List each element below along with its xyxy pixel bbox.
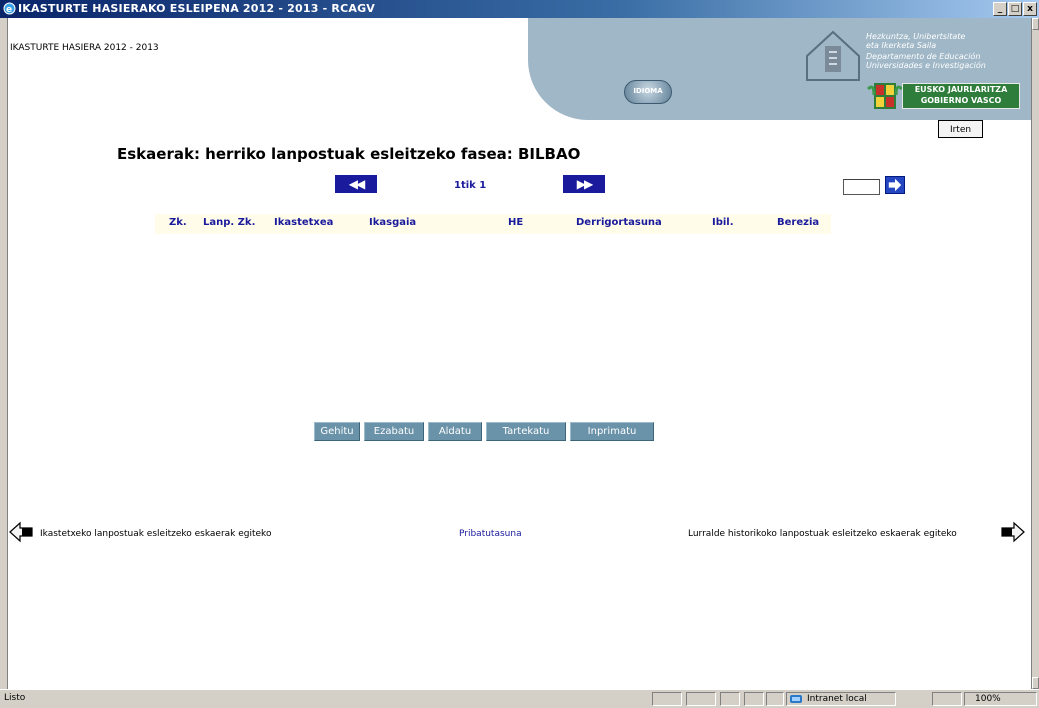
year-header: IKASTURTE HASIERA 2012 - 2013 bbox=[10, 43, 159, 53]
scrollbar-vertical[interactable] bbox=[1031, 18, 1039, 689]
arrow-right-icon[interactable] bbox=[1000, 521, 1026, 543]
scroll-down-arrow[interactable] bbox=[1032, 677, 1039, 689]
go-arrow-icon[interactable] bbox=[885, 176, 905, 194]
gov-name-spanish: GOBIERNO VASCO bbox=[920, 96, 1002, 105]
dept-line-1: Hezkuntza, Unibertsitate bbox=[866, 32, 966, 41]
dept-line-2: eta Ikerketa Saila bbox=[866, 41, 937, 50]
coat-of-arms-icon bbox=[866, 83, 904, 109]
privacy-link[interactable]: Pribatutasuna bbox=[459, 529, 522, 539]
delete-button[interactable]: Ezabatu bbox=[364, 422, 424, 441]
status-pane bbox=[686, 692, 716, 706]
table-header-row: Zk. Lanp. Zk. Ikastetxea Ikasgaia HE Der… bbox=[155, 214, 831, 234]
page-content: IKASTURTE HASIERA 2012 - 2013 Hezkuntza,… bbox=[8, 18, 1031, 689]
status-pane bbox=[766, 692, 784, 706]
window-titlebar: e IKASTURTE HASIERAKO ESLEIPENA 2012 - 2… bbox=[0, 0, 1039, 18]
col-berezia: Berezia bbox=[777, 217, 820, 228]
house-emblem-icon bbox=[806, 30, 860, 81]
next-page-button[interactable]: ▶▶ bbox=[563, 175, 605, 193]
security-zone: Intranet local bbox=[786, 692, 896, 706]
territory-requests-label: Lurralde historikoko lanpostuak esleitze… bbox=[688, 529, 957, 539]
window-frame-left bbox=[0, 18, 8, 689]
status-pane bbox=[744, 692, 764, 706]
page-number-input[interactable] bbox=[843, 179, 880, 195]
col-lanp-zk: Lanp. Zk. bbox=[203, 217, 256, 228]
arrow-left-icon[interactable] bbox=[8, 521, 34, 543]
col-derrigortasuna: Derrigortasuna bbox=[576, 217, 662, 228]
col-ikasgaia: Ikasgaia bbox=[369, 217, 417, 228]
add-button[interactable]: Gehitu bbox=[314, 422, 360, 441]
insert-button[interactable]: Tartekatu bbox=[486, 422, 566, 441]
window-title: IKASTURTE HASIERAKO ESLEIPENA 2012 - 201… bbox=[18, 2, 376, 15]
edit-button[interactable]: Aldatu bbox=[428, 422, 482, 441]
ie-icon: e bbox=[3, 2, 16, 15]
idioma-label: IDIOMA bbox=[633, 87, 663, 95]
col-he: HE bbox=[508, 217, 524, 228]
status-pane bbox=[652, 692, 682, 706]
zoom-control[interactable]: 100% bbox=[964, 692, 1037, 706]
print-button[interactable]: Inprimatu bbox=[570, 422, 654, 441]
department-name: Hezkuntza, Unibertsitate eta Ikerketa Sa… bbox=[866, 32, 1026, 70]
exit-button[interactable]: Irten bbox=[938, 120, 983, 138]
protected-mode-toggle[interactable] bbox=[932, 692, 962, 706]
school-requests-label: Ikastetxeko lanpostuak esleitzeko eskaer… bbox=[40, 529, 272, 539]
dept-line-4: Universidades e Investigación bbox=[866, 61, 986, 70]
minimize-button[interactable]: _ bbox=[993, 2, 1007, 16]
page-indicator: 1tik 1 bbox=[454, 180, 487, 191]
dept-line-3: Departamento de Educación bbox=[866, 52, 981, 61]
col-zk: Zk. bbox=[169, 217, 187, 228]
maximize-button[interactable]: □ bbox=[1008, 2, 1022, 16]
scroll-up-arrow[interactable] bbox=[1032, 18, 1039, 30]
gov-name-basque: EUSKO JAURLARITZA bbox=[914, 85, 1008, 94]
prev-page-button[interactable]: ◀◀ bbox=[335, 175, 377, 193]
intranet-icon bbox=[790, 695, 802, 703]
close-button[interactable]: x bbox=[1023, 2, 1037, 16]
zoom-value: 100% bbox=[975, 694, 1001, 704]
col-ikastetxea: Ikastetxea bbox=[274, 217, 334, 228]
government-logo: EUSKO JAURLARITZA GOBIERNO VASCO bbox=[866, 81, 1022, 111]
zone-label: Intranet local bbox=[807, 694, 867, 704]
status-text: Listo bbox=[4, 693, 26, 703]
status-bar: Listo Intranet local 100% bbox=[0, 689, 1039, 708]
svg-text:e: e bbox=[6, 5, 12, 15]
idioma-button[interactable]: IDIOMA bbox=[624, 80, 672, 104]
page-title: Eskaerak: herriko lanpostuak esleitzeko … bbox=[117, 145, 581, 163]
status-pane bbox=[720, 692, 740, 706]
col-ibil: Ibil. bbox=[712, 217, 734, 228]
